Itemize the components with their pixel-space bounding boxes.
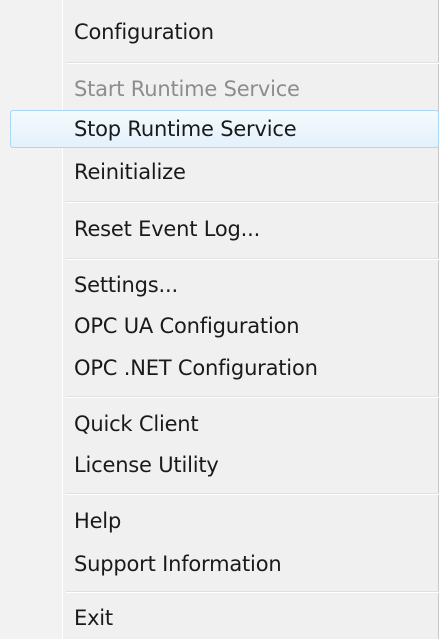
menu-item-reinitialize[interactable]: Reinitialize [0, 153, 439, 191]
menu-separator [66, 62, 439, 64]
menu-item-label: Reinitialize [74, 160, 186, 184]
menu-separator [66, 201, 439, 203]
menu-item-label: Settings... [74, 273, 178, 297]
menu-item-opc-ua-configuration[interactable]: OPC UA Configuration [0, 307, 439, 345]
menu-item-label: Reset Event Log... [74, 217, 261, 241]
menu-item-configuration[interactable]: Configuration [0, 13, 439, 51]
menu-item-label: Help [74, 509, 122, 533]
menu-item-exit[interactable]: Exit [0, 599, 439, 637]
menu-item-label: OPC .NET Configuration [74, 356, 318, 380]
menu-item-settings[interactable]: Settings... [0, 266, 439, 304]
menu-item-help[interactable]: Help [0, 502, 439, 540]
menu-item-label: Stop Runtime Service [74, 117, 297, 141]
menu-item-stop-runtime-service[interactable]: Stop Runtime Service [10, 110, 439, 148]
menu-item-start-runtime-service: Start Runtime Service [0, 70, 439, 108]
menu-item-reset-event-log[interactable]: Reset Event Log... [0, 210, 439, 248]
menu-separator [66, 591, 439, 593]
menu-separator [66, 258, 439, 260]
menu-item-label: Exit [74, 606, 113, 630]
menu-item-label: Quick Client [74, 412, 199, 436]
menu-item-label: OPC UA Configuration [74, 314, 300, 338]
menu-separator [66, 396, 439, 398]
menu-item-quick-client[interactable]: Quick Client [0, 405, 439, 443]
menu-item-label: Configuration [74, 20, 214, 44]
context-menu: Configuration Start Runtime Service Stop… [0, 0, 439, 639]
menu-separator [66, 493, 439, 495]
menu-item-label: Support Information [74, 552, 282, 576]
menu-item-license-utility[interactable]: License Utility [0, 446, 439, 484]
menu-item-label: Start Runtime Service [74, 77, 300, 101]
menu-item-opc-net-configuration[interactable]: OPC .NET Configuration [0, 349, 439, 387]
menu-item-support-information[interactable]: Support Information [0, 545, 439, 583]
menu-item-label: License Utility [74, 453, 219, 477]
